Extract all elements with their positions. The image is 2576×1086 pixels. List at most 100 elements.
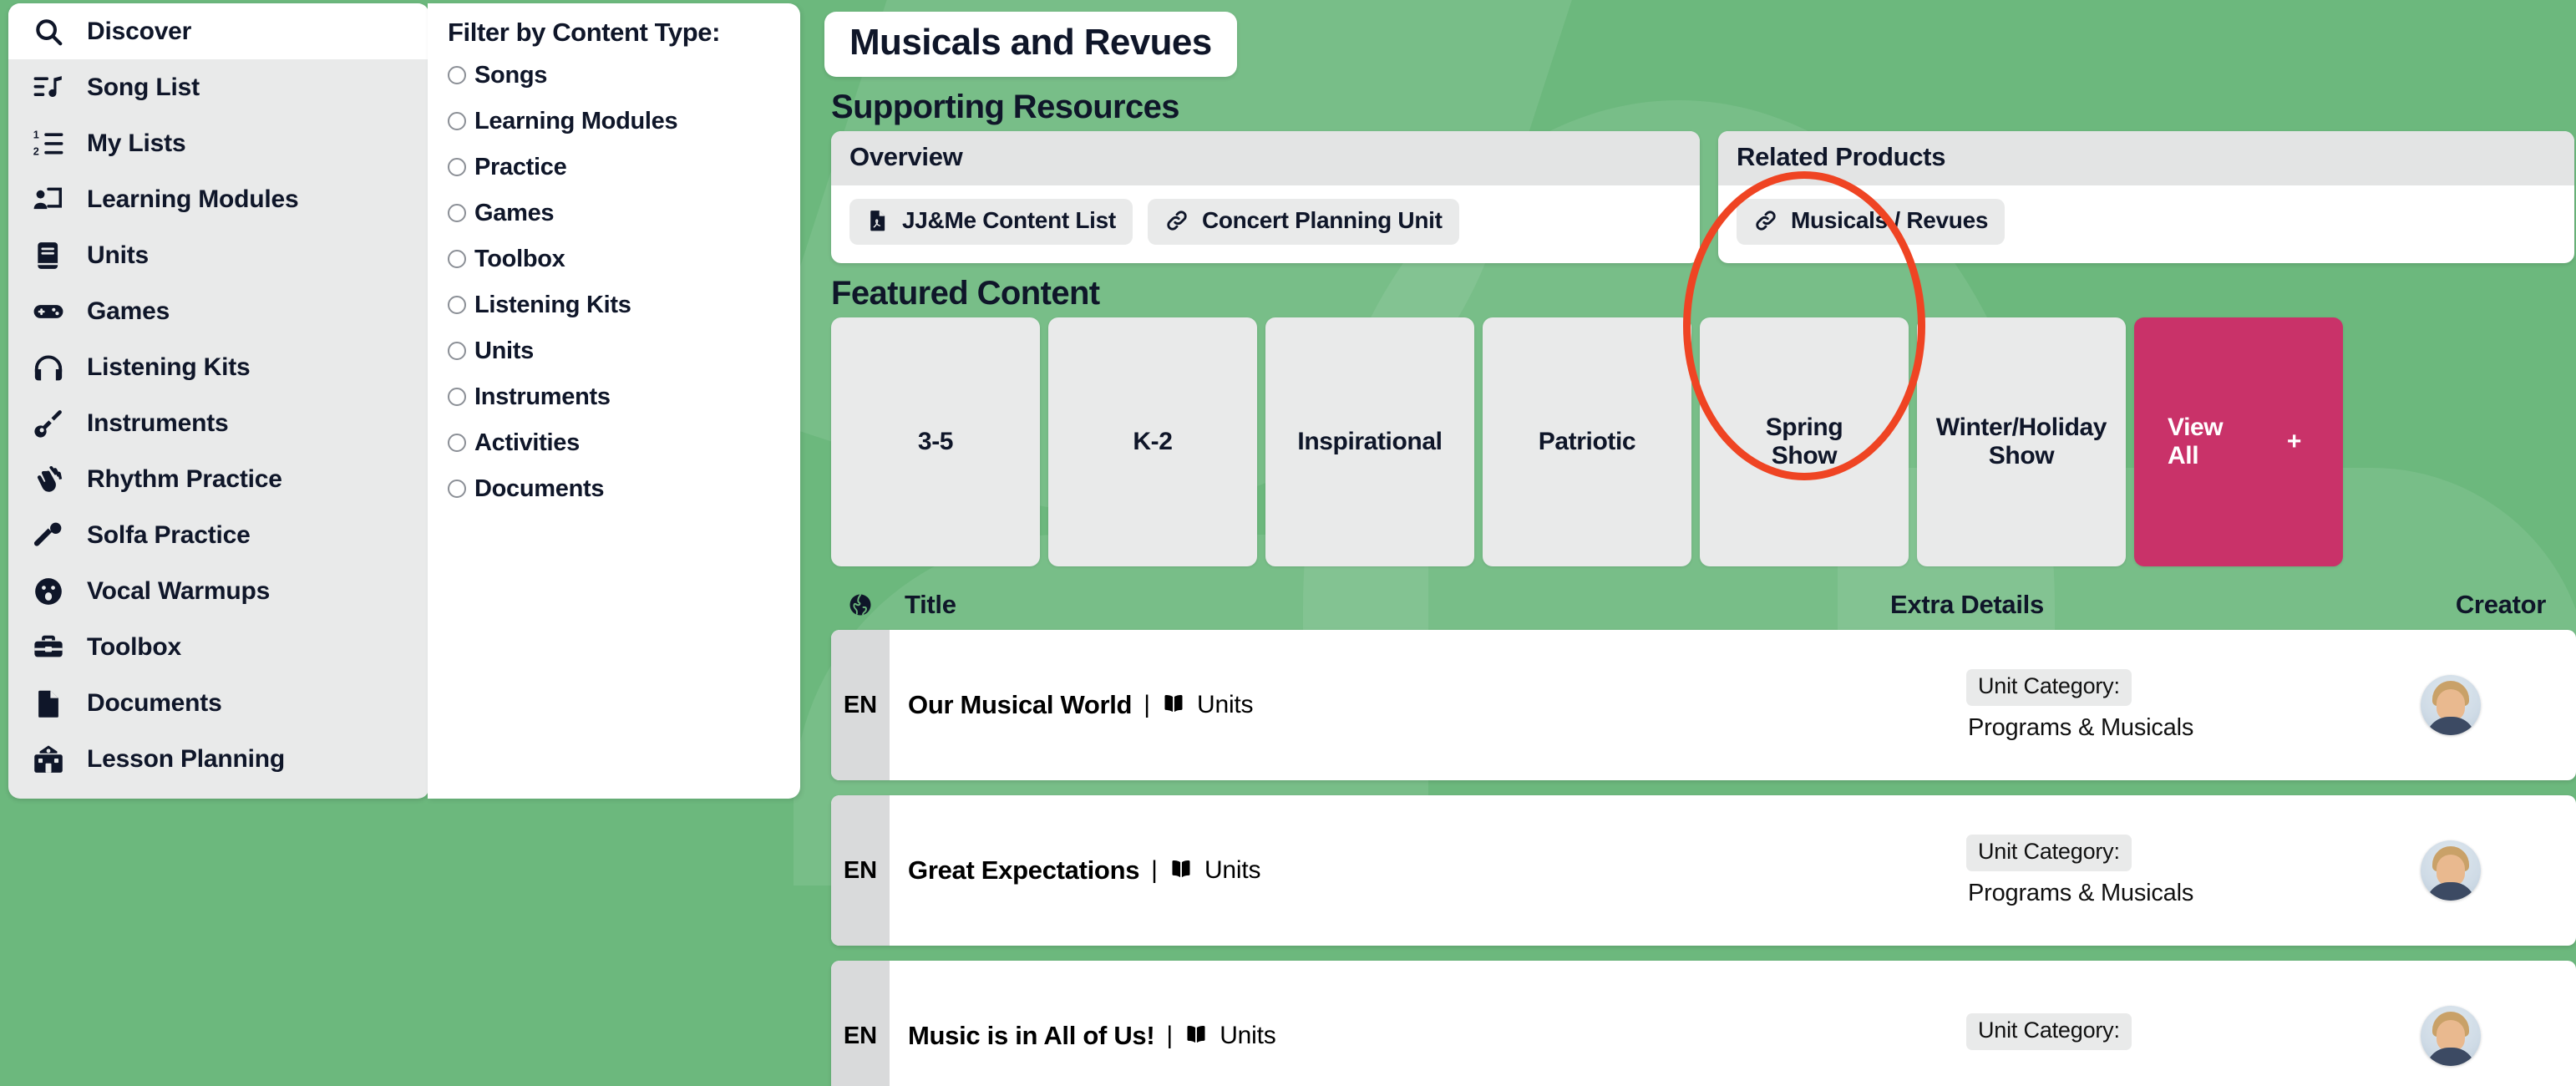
- column-header-creator: Creator: [2455, 590, 2546, 619]
- filter-option-label: Learning Modules: [474, 107, 678, 134]
- sidebar-item-label: Games: [87, 297, 170, 325]
- chip-label: JJ&Me Content List: [902, 207, 1116, 233]
- sidebar-item-rhythm-practice[interactable]: Rhythm Practice: [8, 451, 429, 507]
- featured-card-spring-show[interactable]: Spring Show: [1700, 317, 1909, 566]
- row-title-text: Our Musical World: [908, 690, 1133, 719]
- filter-option-label: Listening Kits: [474, 291, 631, 318]
- row-extra-details-cell: Unit Category: Programs & Musicals: [1966, 630, 2325, 780]
- radio-button[interactable]: [448, 250, 466, 269]
- featured-card-patriotic[interactable]: Patriotic: [1483, 317, 1691, 566]
- radio-button[interactable]: [448, 204, 466, 223]
- open-book-icon: [1169, 857, 1193, 885]
- radio-button[interactable]: [448, 158, 466, 177]
- chip-label: Musicals / Revues: [1791, 207, 1989, 233]
- featured-card-k-2[interactable]: K-2: [1048, 317, 1257, 566]
- row-title-text: Music is in All of Us!: [908, 1021, 1155, 1050]
- filter-option-songs[interactable]: Songs: [448, 53, 800, 99]
- microphone-icon: [30, 517, 67, 554]
- row-separator: |: [1143, 691, 1150, 718]
- presentation-icon: [30, 181, 67, 218]
- jjme-content-list-chip[interactable]: JJ&Me Content List: [849, 199, 1133, 245]
- table-row[interactable]: EN Great Expectations | Units Unit Categ…: [831, 795, 2576, 946]
- radio-button[interactable]: [448, 388, 466, 407]
- row-language-badge: EN: [831, 795, 890, 946]
- sidebar-item-label: Vocal Warmups: [87, 576, 271, 605]
- filter-option-label: Units: [474, 337, 535, 364]
- filter-option-practice[interactable]: Practice: [448, 145, 800, 190]
- table-row[interactable]: EN Music is in All of Us! | Units Unit C…: [831, 961, 2576, 1086]
- open-book-icon: [1162, 692, 1185, 719]
- sidebar-item-instruments[interactable]: Instruments: [8, 395, 429, 451]
- main-content: Musicals and Revues Supporting Resources…: [814, 0, 2576, 1086]
- view-all-button[interactable]: View All +: [2134, 317, 2343, 566]
- sidebar-item-learning-modules[interactable]: Learning Modules: [8, 171, 429, 227]
- sidebar-item-label: Solfa Practice: [87, 520, 251, 549]
- link-icon: [1164, 208, 1189, 233]
- sidebar-item-solfa-practice[interactable]: Solfa Practice: [8, 507, 429, 563]
- headphones-icon: [30, 349, 67, 386]
- extra-details-value: Programs & Musicals: [1968, 879, 2194, 906]
- featured-card-inspirational[interactable]: Inspirational: [1265, 317, 1474, 566]
- related-products-card: Related Products Musicals / Revues: [1718, 131, 2574, 263]
- extra-details-label: Unit Category:: [1966, 834, 2132, 871]
- filter-option-label: Instruments: [474, 383, 611, 410]
- radio-button[interactable]: [448, 480, 466, 499]
- filter-option-label: Toolbox: [474, 245, 565, 272]
- sidebar-item-vocal-warmups[interactable]: Vocal Warmups: [8, 563, 429, 619]
- table-row[interactable]: EN Our Musical World | Units Unit Catego…: [831, 630, 2576, 780]
- filter-option-instruments[interactable]: Instruments: [448, 374, 800, 420]
- filter-option-documents[interactable]: Documents: [448, 466, 800, 512]
- sidebar-item-discover[interactable]: Discover: [8, 3, 429, 59]
- filter-option-games[interactable]: Games: [448, 190, 800, 236]
- sidebar-item-my-lists[interactable]: 12 My Lists: [8, 115, 429, 171]
- radio-button[interactable]: [448, 434, 466, 453]
- radio-button[interactable]: [448, 296, 466, 315]
- guitar-icon: [30, 405, 67, 442]
- sidebar-item-lesson-planning[interactable]: Lesson Planning: [8, 731, 429, 787]
- filter-option-units[interactable]: Units: [448, 328, 800, 374]
- concert-planning-unit-chip[interactable]: Concert Planning Unit: [1147, 199, 1459, 245]
- sidebar-item-units[interactable]: Units: [8, 227, 429, 283]
- filter-option-learning-modules[interactable]: Learning Modules: [448, 99, 800, 145]
- filter-option-listening-kits[interactable]: Listening Kits: [448, 282, 800, 328]
- featured-card-3-5[interactable]: 3-5: [831, 317, 1040, 566]
- toolbox-icon: [30, 629, 67, 666]
- filter-option-toolbox[interactable]: Toolbox: [448, 236, 800, 282]
- radio-button[interactable]: [448, 112, 466, 131]
- sidebar-item-listening-kits[interactable]: Listening Kits: [8, 339, 429, 395]
- row-title-cell: Great Expectations | Units: [890, 795, 1966, 946]
- globe-icon: [848, 592, 905, 617]
- sidebar-item-documents[interactable]: Documents: [8, 675, 429, 731]
- extra-details-label: Unit Category:: [1966, 1013, 2132, 1050]
- open-book-icon: [1184, 1023, 1208, 1050]
- filter-option-label: Documents: [474, 474, 605, 502]
- content-type-filter-panel: Filter by Content Type: Songs Learning M…: [428, 3, 800, 799]
- sidebar-item-song-list[interactable]: Song List: [8, 59, 429, 115]
- extra-details-value: Programs & Musicals: [1968, 713, 2194, 741]
- sidebar-item-label: Instruments: [87, 409, 229, 437]
- filter-option-label: Games: [474, 199, 555, 226]
- row-type-text: Units: [1197, 691, 1254, 718]
- document-icon: [30, 685, 67, 722]
- featured-card-label: Inspirational: [1297, 428, 1443, 456]
- featured-card-label: Spring Show: [1765, 414, 1843, 469]
- sidebar-item-games[interactable]: Games: [8, 283, 429, 339]
- musicals-revues-chip[interactable]: Musicals / Revues: [1737, 199, 2006, 245]
- sidebar-item-toolbox[interactable]: Toolbox: [8, 619, 429, 675]
- featured-content-heading: Featured Content: [831, 275, 1100, 312]
- sidebar-item-label: Toolbox: [87, 632, 182, 661]
- row-extra-details-cell: Unit Category: Programs & Musicals: [1966, 795, 2325, 946]
- featured-card-label: Patriotic: [1538, 428, 1636, 456]
- svg-text:2: 2: [33, 145, 39, 157]
- featured-card-winter-holiday-show[interactable]: Winter/Holiday Show: [1917, 317, 2126, 566]
- row-creator-cell: [2325, 961, 2576, 1086]
- radio-button[interactable]: [448, 66, 466, 85]
- radio-button[interactable]: [448, 342, 466, 361]
- sidebar-item-label: Lesson Planning: [87, 744, 286, 773]
- filter-option-activities[interactable]: Activities: [448, 420, 800, 466]
- avatar: [2421, 675, 2481, 735]
- supporting-resources-row: Overview JJ&Me Content List Concert Plan…: [831, 131, 2576, 263]
- related-products-card-heading: Related Products: [1718, 131, 2574, 185]
- filter-option-label: Songs: [474, 61, 548, 89]
- row-title-cell: Music is in All of Us! | Units: [890, 961, 1966, 1086]
